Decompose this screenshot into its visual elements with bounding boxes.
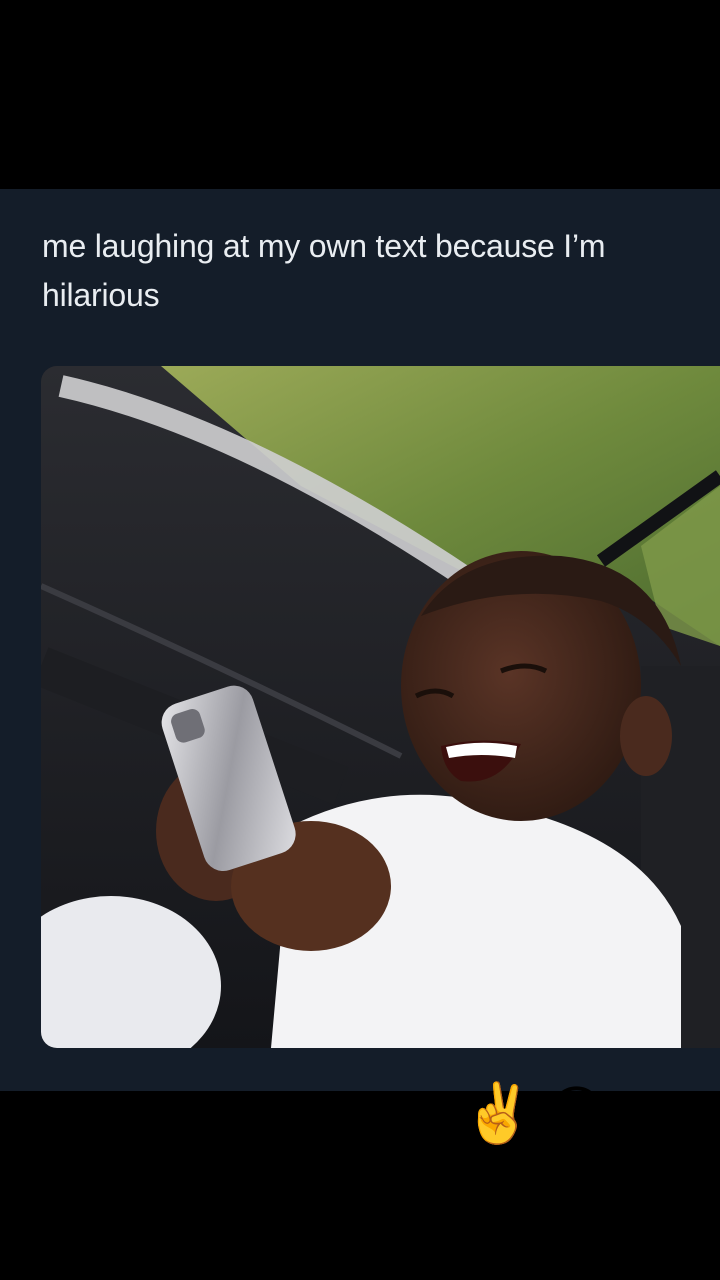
emoji-caption: ✌️ 😝 <box>462 1078 607 1148</box>
post-media[interactable] <box>41 366 720 1048</box>
post-text: me laughing at my own text because I’m h… <box>42 228 606 313</box>
victory-hand-emoji: ✌️ <box>462 1079 535 1147</box>
screen: me laughing at my own text because I’m h… <box>0 0 720 1280</box>
photo-laughing-child-icon <box>41 366 720 1048</box>
squinting-tongue-emoji: 😝 <box>546 1079 607 1147</box>
